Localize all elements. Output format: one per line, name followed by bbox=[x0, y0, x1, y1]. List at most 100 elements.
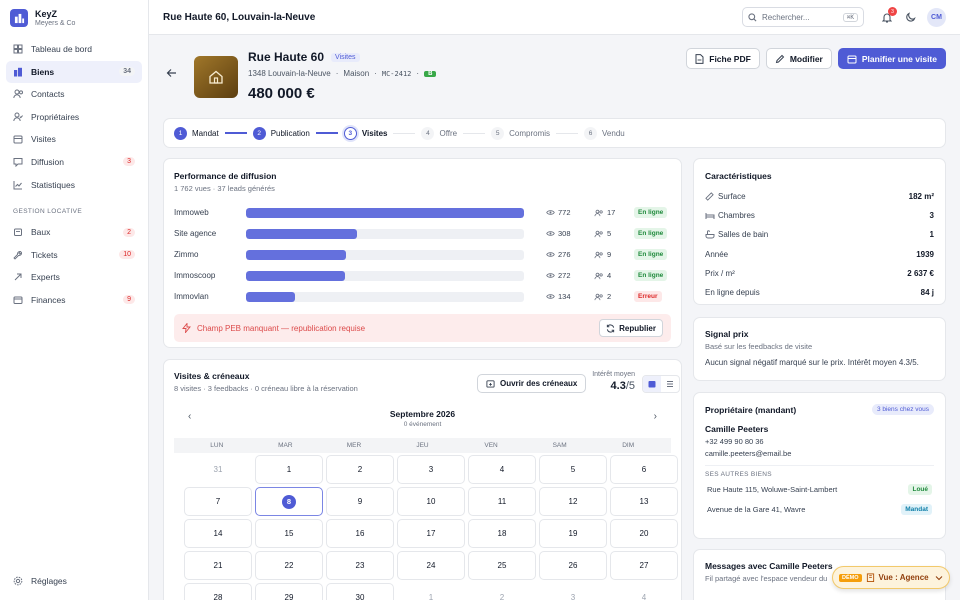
calendar-day[interactable]: 25 bbox=[468, 551, 536, 580]
step-offre[interactable]: 4 Offre bbox=[421, 126, 457, 140]
characteristic-row: Année 1939 bbox=[705, 245, 934, 264]
other-property-row[interactable]: Avenue de la Gare 41, Wavre Mandat bbox=[705, 500, 934, 518]
calendar-day[interactable]: 2 bbox=[326, 455, 394, 484]
sidebar-item-diffusion[interactable]: Diffusion 3 bbox=[6, 151, 142, 173]
day-number: 6 bbox=[641, 465, 647, 474]
list-view-button[interactable] bbox=[661, 376, 679, 392]
calendar-day[interactable]: 15 bbox=[255, 519, 323, 548]
sidebar-item-contacts[interactable]: Contacts bbox=[6, 83, 142, 105]
calendar-day[interactable]: 4 bbox=[610, 583, 678, 600]
bath-icon bbox=[705, 230, 718, 239]
calendar-day[interactable]: 9 bbox=[326, 487, 394, 516]
plan-visit-button[interactable]: Planifier une visite bbox=[837, 48, 946, 69]
calendar-day[interactable]: 29 bbox=[255, 583, 323, 600]
sidebar-item-tickets[interactable]: Tickets 10 bbox=[6, 244, 142, 266]
characteristic-label: Chambres bbox=[718, 211, 755, 221]
theme-toggle-button[interactable] bbox=[900, 7, 922, 27]
day-number: 3 bbox=[428, 465, 434, 474]
sidebar-item-tableau-de-bord[interactable]: Tableau de bord bbox=[6, 38, 142, 60]
step-mandat[interactable]: 1 Mandat bbox=[174, 126, 219, 140]
calendar-grid-icon bbox=[648, 380, 656, 388]
calendar-day[interactable]: 28 bbox=[184, 583, 252, 600]
calendar-day[interactable]: 7 bbox=[184, 487, 252, 516]
pencil-icon bbox=[775, 54, 785, 64]
sidebar-item-count: 2 bbox=[123, 227, 135, 237]
other-property-row[interactable]: Rue Haute 115, Woluwe-Saint-Lambert Loué bbox=[705, 480, 934, 498]
calendar-view-button[interactable] bbox=[643, 376, 661, 392]
day-number: 1 bbox=[286, 465, 292, 474]
sidebar-item-label: Biens bbox=[31, 66, 55, 77]
chevron-right-icon[interactable]: › bbox=[654, 411, 657, 422]
owner-email[interactable]: camille.peeters@email.be bbox=[705, 449, 934, 458]
step-visites[interactable]: 3 Visites bbox=[343, 126, 388, 140]
step-vendu[interactable]: 6 Vendu bbox=[584, 126, 625, 140]
republish-button[interactable]: Republier bbox=[599, 319, 663, 337]
calendar-day[interactable]: 22 bbox=[255, 551, 323, 580]
diffusion-row[interactable]: Immovlan 134 2 Erreur bbox=[174, 286, 671, 307]
calendar-day[interactable]: 26 bbox=[539, 551, 607, 580]
step-publication[interactable]: 2 Publication bbox=[252, 126, 310, 140]
calendar-day[interactable]: 16 bbox=[326, 519, 394, 548]
sidebar-item-statistiques[interactable]: Statistiques bbox=[6, 174, 142, 196]
diffusion-row[interactable]: Zimmo 276 9 En ligne bbox=[174, 244, 671, 265]
calendar-day[interactable]: 19 bbox=[539, 519, 607, 548]
calendar-day[interactable]: 10 bbox=[397, 487, 465, 516]
owner-phone[interactable]: +32 499 90 80 36 bbox=[705, 437, 934, 446]
back-arrow-icon[interactable] bbox=[166, 68, 177, 78]
calendar-day[interactable]: 13 bbox=[610, 487, 678, 516]
calendar-day[interactable]: 23 bbox=[326, 551, 394, 580]
calendar-day[interactable]: 20 bbox=[610, 519, 678, 548]
characteristic-label: Surface bbox=[718, 192, 746, 202]
step-compromis[interactable]: 5 Compromis bbox=[491, 126, 550, 140]
avatar[interactable]: CM bbox=[927, 7, 946, 27]
republish-label: Republier bbox=[619, 323, 656, 333]
calendar-day[interactable]: 2 bbox=[468, 583, 536, 600]
brand[interactable]: KeyZ Meyers & Co bbox=[0, 0, 148, 36]
calendar-day[interactable]: 31 bbox=[184, 455, 252, 484]
calendar-day[interactable]: 3 bbox=[397, 455, 465, 484]
diffusion-row[interactable]: Immoscoop 272 4 En ligne bbox=[174, 265, 671, 286]
leads-icon bbox=[594, 293, 604, 301]
calendar-day[interactable]: 6 bbox=[610, 455, 678, 484]
calendar-day[interactable]: 27 bbox=[610, 551, 678, 580]
sidebar-item-finances[interactable]: Finances 9 bbox=[6, 289, 142, 311]
chart-icon bbox=[13, 180, 27, 190]
search-input[interactable]: Rechercher... ⌘K bbox=[742, 7, 864, 27]
calendar-day[interactable]: 30 bbox=[326, 583, 394, 600]
weekday-label: DIM bbox=[622, 442, 635, 449]
calendar-day[interactable]: 18 bbox=[468, 519, 536, 548]
refresh-icon bbox=[606, 323, 615, 333]
sidebar-item-experts[interactable]: Experts bbox=[6, 266, 142, 288]
calendar-icon bbox=[13, 134, 27, 144]
sidebar-item-baux[interactable]: Baux 2 bbox=[6, 221, 142, 243]
calendar-day[interactable]: 14 bbox=[184, 519, 252, 548]
pdf-button[interactable]: Fiche PDF bbox=[686, 48, 760, 69]
calendar-day[interactable]: 24 bbox=[397, 551, 465, 580]
calendar-day[interactable]: 11 bbox=[468, 487, 536, 516]
chevron-left-icon[interactable]: ‹ bbox=[188, 411, 191, 422]
calendar-day[interactable]: 5 bbox=[539, 455, 607, 484]
sidebar-item-proprietaires[interactable]: Propriétaires bbox=[6, 106, 142, 128]
step-number: 3 bbox=[343, 126, 357, 140]
owner-name[interactable]: Camille Peeters bbox=[705, 424, 934, 434]
calendar-day[interactable]: 1 bbox=[255, 455, 323, 484]
calendar-day-today[interactable]: 8 bbox=[255, 487, 323, 516]
calendar-day[interactable]: 12 bbox=[539, 487, 607, 516]
open-slots-button[interactable]: Ouvrir des créneaux bbox=[477, 374, 587, 393]
demo-view-switcher[interactable]: DÉMO Vue : Agence bbox=[832, 566, 950, 589]
calendar-day[interactable]: 4 bbox=[468, 455, 536, 484]
diffusion-row[interactable]: Site agence 308 5 En ligne bbox=[174, 223, 671, 244]
diffusion-row[interactable]: Immoweb 772 17 En ligne bbox=[174, 202, 671, 223]
notifications-button[interactable]: 3 bbox=[876, 7, 898, 27]
sidebar-item-visites[interactable]: Visites bbox=[6, 128, 142, 150]
calendar-day[interactable]: 3 bbox=[539, 583, 607, 600]
calendar-day[interactable]: 21 bbox=[184, 551, 252, 580]
step-label: Visites bbox=[361, 128, 388, 138]
edit-button[interactable]: Modifier bbox=[765, 48, 832, 69]
sidebar-item-settings[interactable]: Réglages bbox=[6, 570, 142, 592]
sidebar-item-biens[interactable]: Biens 34 bbox=[6, 60, 142, 83]
calendar-day[interactable]: 17 bbox=[397, 519, 465, 548]
calendar-day[interactable]: 1 bbox=[397, 583, 465, 600]
alert-text: Champ PEB manquant — republication requi… bbox=[197, 323, 366, 333]
property-header: Rue Haute 60 Visites 1348 Louvain-la-Neu… bbox=[163, 44, 946, 104]
